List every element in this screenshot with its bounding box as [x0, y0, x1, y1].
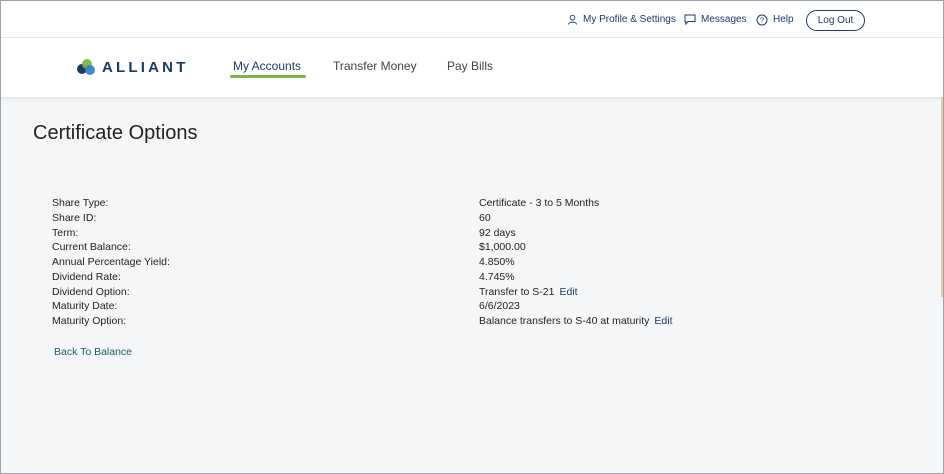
detail-row-apy: Annual Percentage Yield: 4.850% [52, 256, 752, 271]
detail-row-dividend-option: Dividend Option: Transfer to S-21 Edit [52, 286, 752, 301]
detail-value: Balance transfers to S-40 at maturity Edi… [479, 315, 673, 327]
detail-row-share-id: Share ID: 60 [52, 212, 752, 227]
nav-pay-bills[interactable]: Pay Bills [447, 59, 493, 73]
help-label: Help [773, 14, 794, 25]
detail-value: Transfer to S-21 Edit [479, 286, 578, 298]
back-to-balance-link[interactable]: Back To Balance [54, 346, 132, 358]
edit-maturity-option-link[interactable]: Edit [654, 315, 672, 327]
detail-label: Maturity Date: [52, 300, 118, 312]
alliant-logo[interactable]: ALLIANT [76, 58, 189, 76]
person-icon [567, 14, 578, 25]
detail-label: Dividend Option: [52, 286, 130, 298]
active-nav-indicator [230, 75, 306, 78]
detail-value: Certificate - 3 to 5 Months [479, 197, 600, 209]
detail-row-share-type: Share Type: Certificate - 3 to 5 Months [52, 197, 752, 212]
detail-row-dividend-rate: Dividend Rate: 4.745% [52, 271, 752, 286]
profile-settings-link[interactable]: My Profile & Settings [567, 1, 676, 38]
logo-text: ALLIANT [102, 58, 189, 76]
page-title: Certificate Options [33, 122, 198, 144]
detail-label: Current Balance: [52, 241, 131, 253]
detail-value: $1,000.00 [479, 241, 526, 253]
detail-value: 6/6/2023 [479, 300, 520, 312]
detail-label: Dividend Rate: [52, 271, 121, 283]
main-navigation: ALLIANT My Accounts Transfer Money Pay B… [1, 38, 943, 97]
window-edge [941, 97, 943, 297]
svg-text:?: ? [760, 15, 764, 24]
profile-settings-label: My Profile & Settings [583, 14, 676, 25]
detail-value: 4.850% [479, 256, 515, 268]
nav-my-accounts[interactable]: My Accounts [233, 59, 301, 73]
edit-dividend-option-link[interactable]: Edit [559, 286, 577, 298]
logo-mark-icon [77, 59, 95, 75]
detail-row-maturity-option: Maturity Option: Balance transfers to S-… [52, 315, 752, 330]
help-link[interactable]: ? Help [756, 1, 794, 38]
help-icon: ? [756, 14, 768, 26]
detail-label: Term: [52, 227, 79, 239]
messages-label: Messages [701, 14, 747, 25]
message-icon [684, 14, 696, 25]
detail-row-current-balance: Current Balance: $1,000.00 [52, 241, 752, 256]
detail-value: 60 [479, 212, 491, 224]
logout-button[interactable]: Log Out [806, 10, 865, 31]
detail-row-maturity-date: Maturity Date: 6/6/2023 [52, 300, 752, 315]
messages-link[interactable]: Messages [684, 1, 747, 38]
nav-transfer-money[interactable]: Transfer Money [333, 59, 417, 73]
detail-label: Maturity Option: [52, 315, 127, 327]
detail-label: Share ID: [52, 212, 97, 224]
detail-value: 92 days [479, 227, 516, 239]
maturity-option-value: Balance transfers to S-40 at maturity [479, 315, 650, 327]
detail-value: 4.745% [479, 271, 515, 283]
utility-bar: My Profile & Settings Messages ? Help Lo… [1, 1, 943, 38]
detail-row-term: Term: 92 days [52, 227, 752, 242]
dividend-option-value: Transfer to S-21 [479, 286, 555, 298]
detail-label: Annual Percentage Yield: [52, 256, 170, 268]
detail-label: Share Type: [52, 197, 109, 209]
